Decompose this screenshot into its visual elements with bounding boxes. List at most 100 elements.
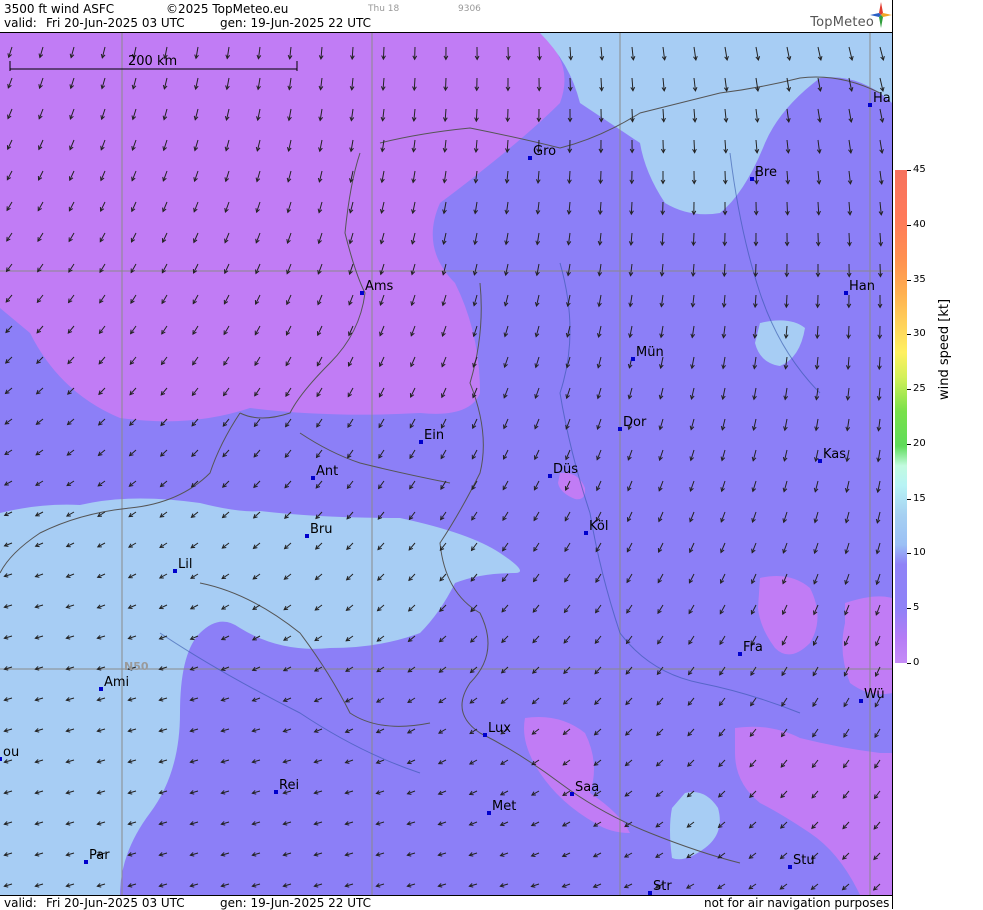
city-ami: Ami <box>99 675 129 691</box>
city-marker <box>631 357 635 361</box>
city-marker <box>548 474 552 478</box>
city-label: Dor <box>623 415 647 430</box>
city-marker <box>173 569 177 573</box>
legend-tick-label: 0 <box>913 657 919 668</box>
city-marker <box>844 291 848 295</box>
city-marker <box>584 531 588 535</box>
legend-tick-label: 15 <box>913 493 926 504</box>
legend-tick-mark <box>907 280 911 281</box>
city-mün: Mün <box>631 345 664 361</box>
city-label: Ams <box>365 279 394 294</box>
legend-tick-label: 10 <box>913 547 926 558</box>
city-ams: Ams <box>360 279 394 295</box>
city-label: Mün <box>636 345 664 360</box>
city-marker <box>305 534 309 538</box>
city-label: Köl <box>589 519 608 534</box>
city-saa: Saa <box>570 780 599 796</box>
legend-color-bar <box>895 170 907 663</box>
city-marker <box>750 177 754 181</box>
city-marker <box>868 103 872 107</box>
footer-bar: valid: Fri 20-Jun-2025 03 UTC gen: 19-Ju… <box>0 895 892 910</box>
city-label: Wü <box>864 687 885 702</box>
city-met: Met <box>487 799 516 815</box>
city-ou: ou <box>0 745 19 761</box>
legend-tick-label: 25 <box>913 383 926 394</box>
legend-tick-label: 45 <box>913 164 926 175</box>
city-marker <box>419 440 423 444</box>
legend-tick-mark <box>907 225 911 226</box>
legend-tick-mark <box>907 170 911 171</box>
city-dor: Dor <box>618 415 647 431</box>
city-marker <box>487 811 491 815</box>
city-label: Lil <box>178 557 192 572</box>
city-bre: Bre <box>750 165 777 181</box>
city-marker <box>788 865 792 869</box>
city-marker <box>360 291 364 295</box>
city-lux: Lux <box>483 721 511 737</box>
aux-code-text: 9306 <box>458 4 481 14</box>
city-label: Kas <box>823 447 846 462</box>
city-label: Ha <box>873 91 891 106</box>
latitude-label: N50 <box>124 660 149 673</box>
city-marker <box>738 652 742 656</box>
brand-logo: TopMeteo <box>792 0 892 32</box>
city-label: Han <box>849 279 875 294</box>
city-marker <box>483 733 487 737</box>
valid-time: Fri 20-Jun-2025 03 UTC <box>46 16 185 30</box>
legend-title: wind speed [kt] <box>937 299 952 400</box>
wind-speed-legend: 454035302520151050 wind speed [kt] <box>892 0 983 909</box>
legend-tick-label: 35 <box>913 274 926 285</box>
footer-valid-time: Fri 20-Jun-2025 03 UTC <box>46 896 185 910</box>
valid-label: valid: <box>4 16 37 30</box>
city-marker <box>99 687 103 691</box>
city-label: Ein <box>424 428 444 443</box>
city-label: Met <box>492 799 516 814</box>
legend-tick-mark <box>907 663 911 664</box>
legend-tick-mark <box>907 389 911 390</box>
city-kas: Kas <box>818 447 846 463</box>
product-title: 3500 ft wind ASFC <box>4 2 114 16</box>
disclaimer-text: not for air navigation purposes <box>704 896 889 910</box>
aux-day-text: Thu 18 <box>368 4 399 14</box>
city-marker <box>274 790 278 794</box>
city-label: Ami <box>104 675 129 690</box>
city-marker <box>618 427 622 431</box>
city-marker <box>311 476 315 480</box>
legend-tick-mark <box>907 608 911 609</box>
city-label: Fra <box>743 640 763 655</box>
city-bru: Bru <box>305 522 333 538</box>
city-label: ou <box>3 745 19 760</box>
city-marker <box>84 860 88 864</box>
city-label: Gro <box>533 144 556 159</box>
city-label: Rei <box>279 778 299 793</box>
legend-tick-label: 40 <box>913 219 926 230</box>
city-label: Bre <box>755 165 777 180</box>
city-label: Lux <box>488 721 511 736</box>
city-düs: Düs <box>548 462 578 478</box>
wind-map-canvas[interactable]: 200 km N50 Gro Bre Ha Ams Han Mün Ein Dor Ant Düs… <box>0 33 892 895</box>
city-label: Ant <box>316 464 338 479</box>
city-marker <box>859 699 863 703</box>
city-label: Bru <box>310 522 333 537</box>
city-label: Par <box>89 848 110 863</box>
wind-map[interactable]: 200 km N50 Gro Bre Ha Ams Han Mün Ein Dor Ant Düs… <box>0 33 892 895</box>
city-marker <box>0 757 2 761</box>
legend-tick-mark <box>907 334 911 335</box>
legend-tick-mark <box>907 499 911 500</box>
copyright-text: ©2025 TopMeteo.eu <box>166 2 288 16</box>
legend-tick-mark <box>907 553 911 554</box>
scale-label: 200 km <box>128 54 177 69</box>
city-ant: Ant <box>311 464 338 480</box>
legend-tick-label: 20 <box>913 438 926 449</box>
brand-name: TopMeteo <box>810 15 874 30</box>
city-marker <box>528 156 532 160</box>
legend-tick-label: 5 <box>913 602 919 613</box>
generated-time: gen: 19-Jun-2025 22 UTC <box>220 16 371 30</box>
city-han: Han <box>844 279 875 295</box>
compass-star-icon <box>870 2 892 28</box>
city-marker <box>570 792 574 796</box>
calm-wind-blob-east <box>842 596 892 694</box>
footer-generated-time: gen: 19-Jun-2025 22 UTC <box>220 896 371 910</box>
legend-tick-mark <box>907 444 911 445</box>
footer-valid-label: valid: <box>4 896 37 910</box>
